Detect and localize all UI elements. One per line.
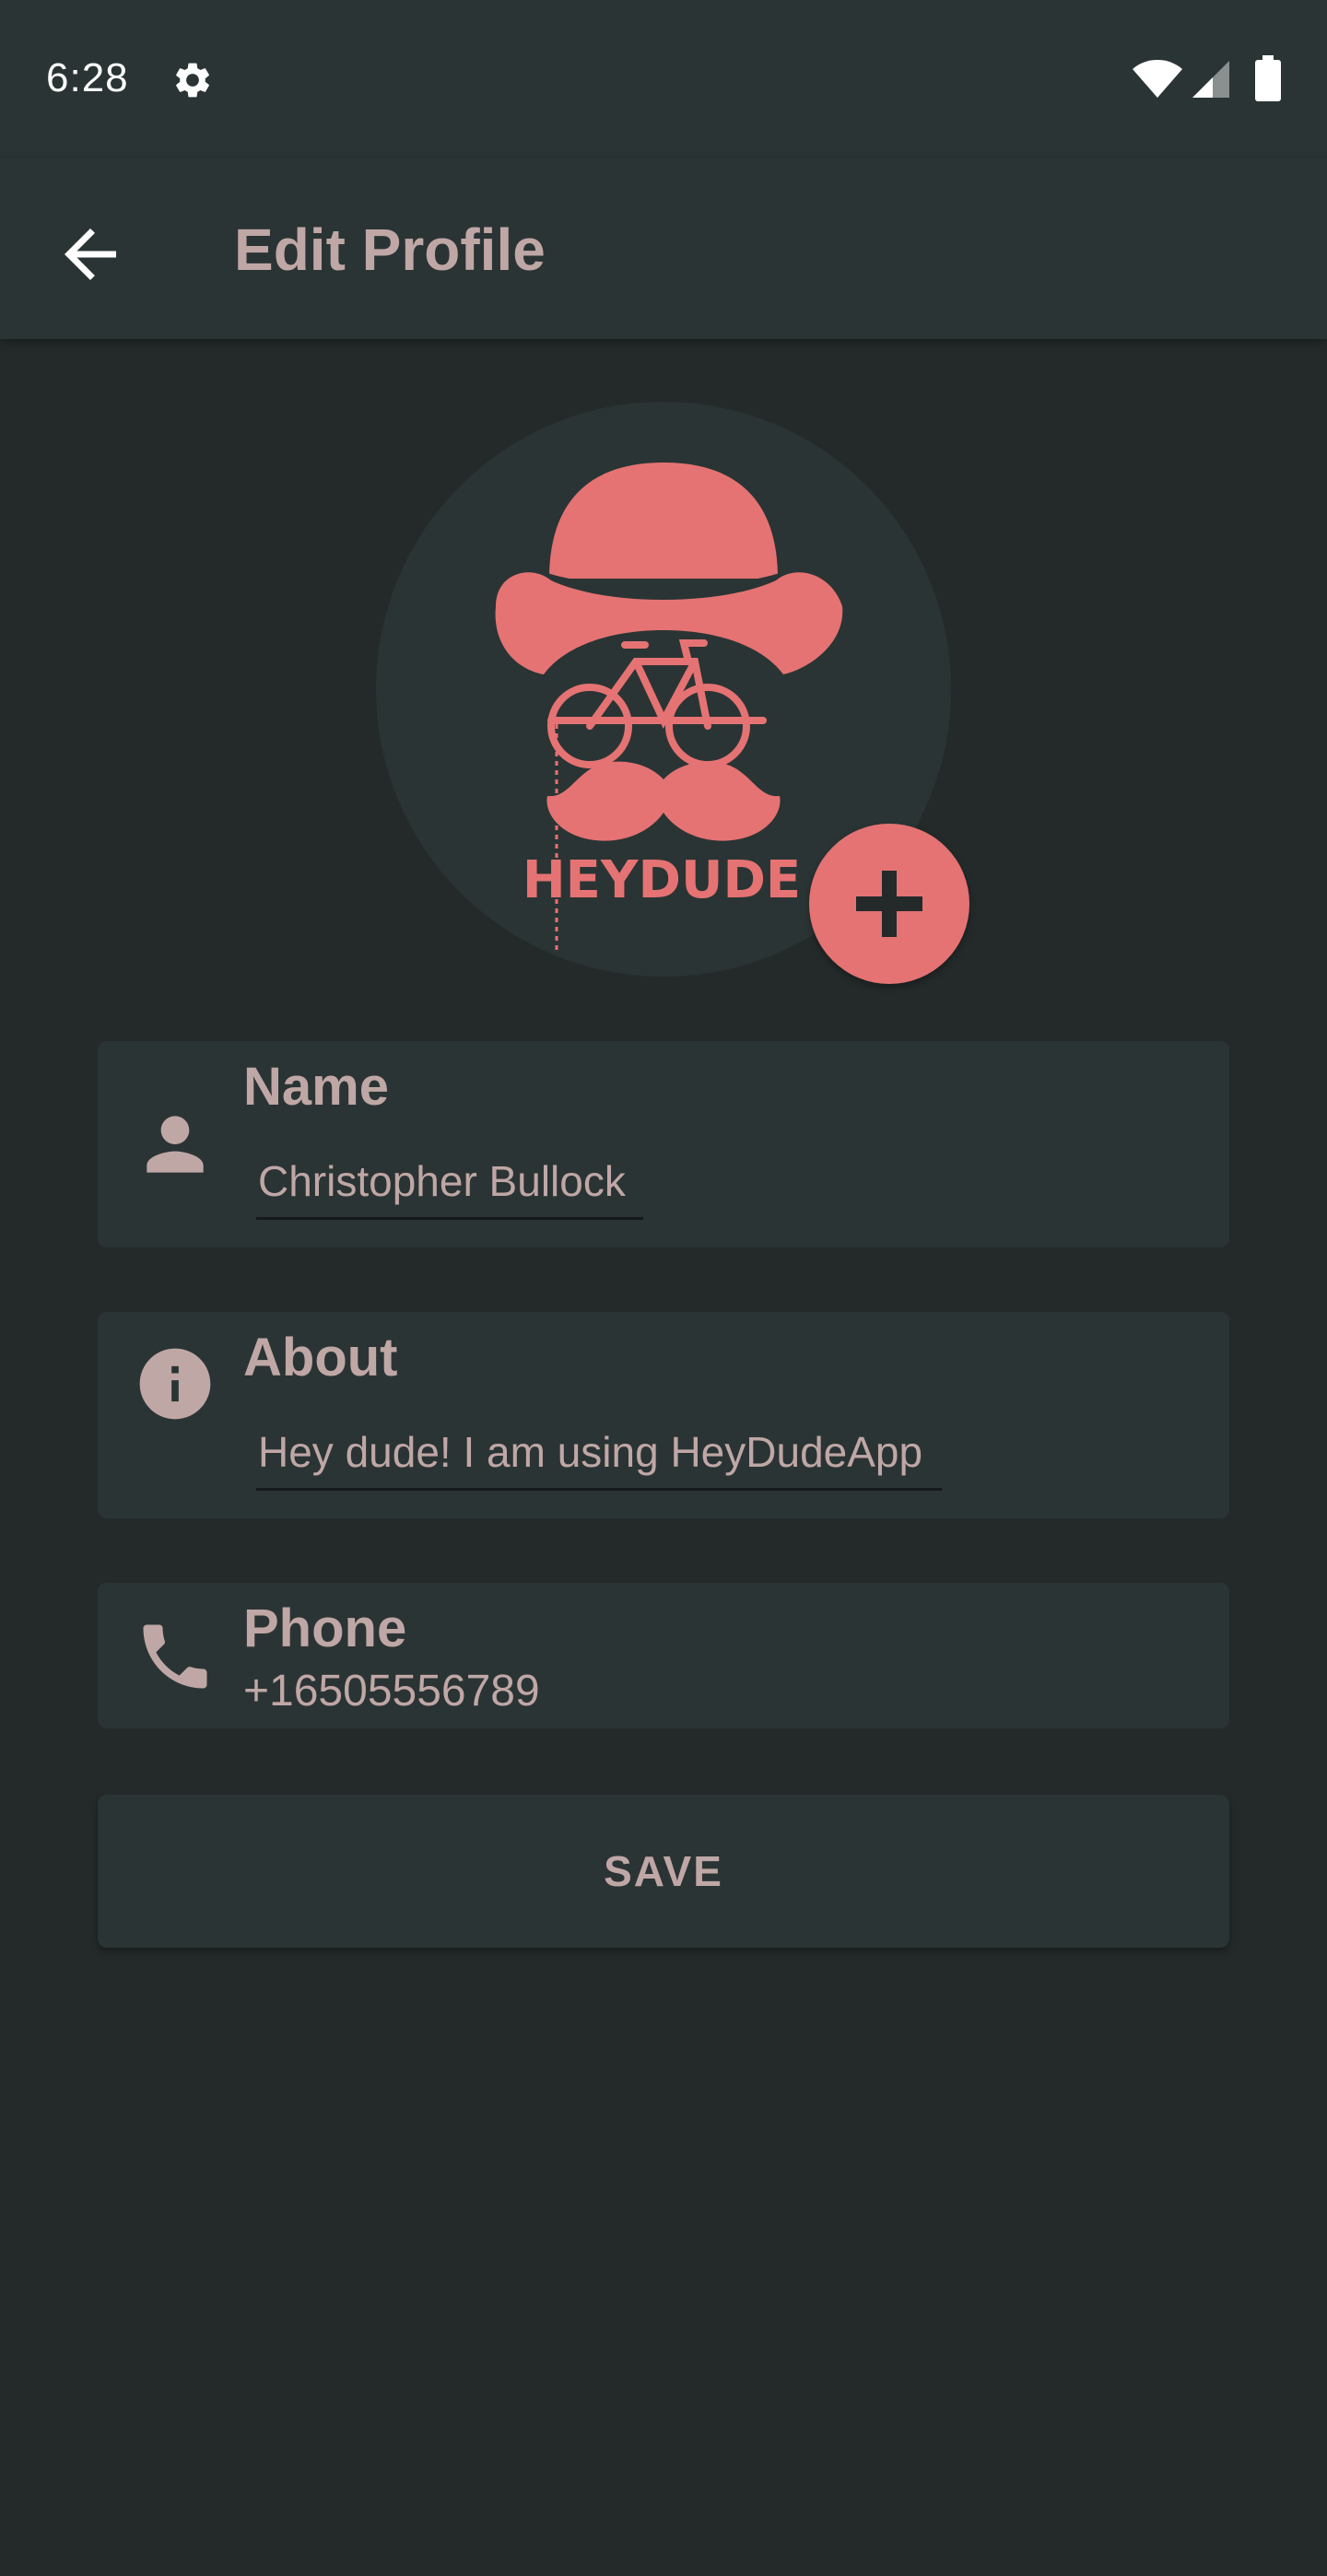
- phone-value: +16505556789: [243, 1667, 540, 1715]
- add-photo-button[interactable]: [809, 824, 969, 984]
- back-button[interactable]: [52, 216, 129, 293]
- gear-icon: [176, 63, 209, 98]
- page-title: Edit Profile: [234, 217, 546, 283]
- arrow-back-icon: [65, 228, 116, 280]
- about-input[interactable]: [256, 1415, 942, 1491]
- app-bar: Edit Profile: [0, 158, 1327, 339]
- name-label: Name: [243, 1057, 389, 1117]
- name-input[interactable]: [256, 1144, 643, 1220]
- phone-label: Phone: [243, 1598, 407, 1658]
- wifi-icon: [1133, 60, 1182, 98]
- plus-icon: [856, 871, 922, 937]
- name-card: Name: [98, 1041, 1229, 1247]
- status-time: 6:28: [46, 55, 129, 100]
- phone-card: Phone +16505556789: [98, 1583, 1229, 1728]
- battery-icon: [1255, 55, 1281, 101]
- save-button[interactable]: SAVE: [98, 1795, 1229, 1948]
- about-label: About: [243, 1328, 398, 1388]
- phone-icon: [143, 1624, 207, 1689]
- person-icon: [147, 1116, 204, 1173]
- logo-text: HEYDUDE: [523, 850, 801, 910]
- signal-icon: [1192, 61, 1229, 98]
- status-bar: 6:28: [0, 0, 1327, 158]
- info-icon: [139, 1348, 211, 1420]
- about-card: About: [98, 1312, 1229, 1518]
